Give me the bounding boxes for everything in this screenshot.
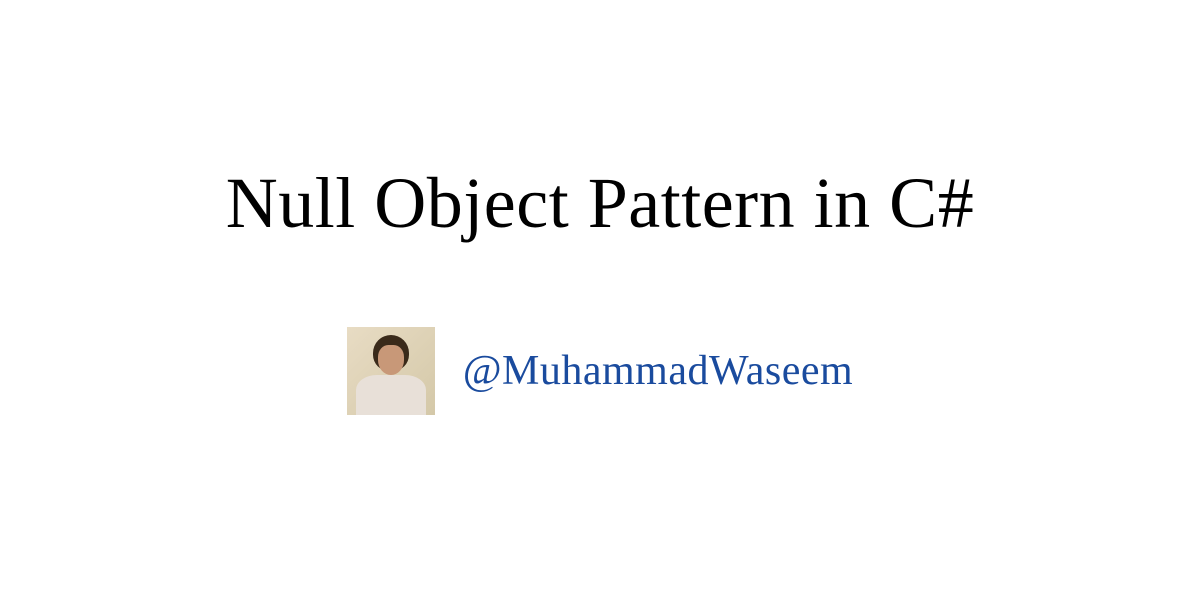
avatar (347, 327, 435, 415)
page-title: Null Object Pattern in C# (226, 155, 974, 252)
author-row: @MuhammadWaseem (347, 327, 853, 415)
author-handle: @MuhammadWaseem (463, 347, 853, 395)
